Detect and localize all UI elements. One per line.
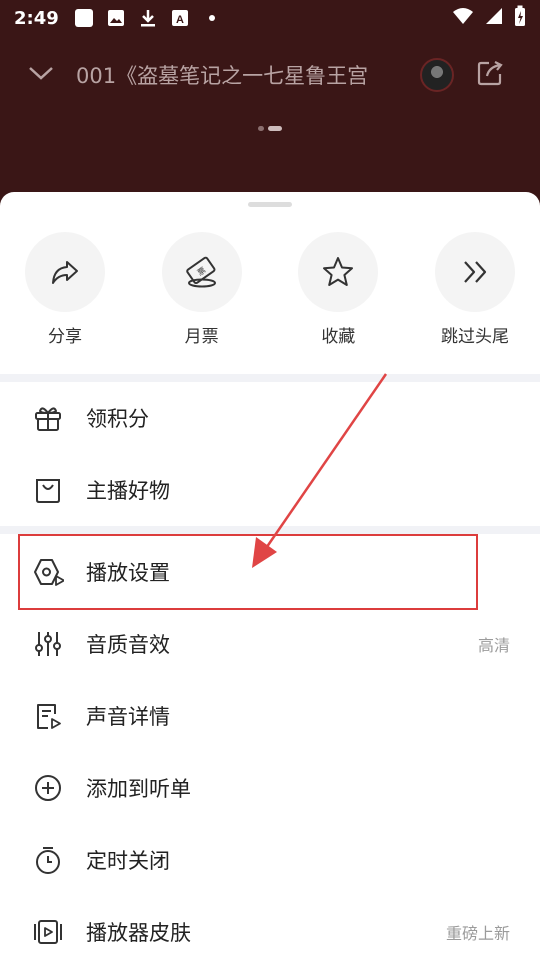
font-app-icon: A [169,7,191,29]
share-icon [25,232,105,312]
battery-icon [514,5,526,31]
timer-icon [32,844,64,876]
bag-icon [32,474,64,506]
track-title: 001《盗墓笔记之一七星鲁王宫 [76,64,369,88]
menu-timer-close-label: 定时关闭 [86,849,170,873]
section-divider [0,526,540,534]
share-square-icon[interactable] [476,59,504,91]
player-skin-badge: 重磅上新 [445,924,510,943]
menu-audio-quality[interactable]: 音质音效 高清 [0,608,540,680]
page-indicator [0,126,540,131]
menu-add-to-list-label: 添加到听单 [86,777,191,801]
menu-goods-label: 主播好物 [86,479,170,503]
document-play-icon [32,700,64,732]
quick-share-label: 分享 [48,327,82,347]
menu-goods[interactable]: 主播好物 [0,454,540,526]
notification-app-icon [73,7,95,29]
gift-icon [32,402,64,434]
menu-audio-quality-label: 音质音效 [86,633,170,657]
status-time: 2:49 [14,7,59,29]
play-settings-icon [32,556,64,588]
chevron-down-icon[interactable] [28,65,54,85]
menu-points[interactable]: 领积分 [0,382,540,454]
menu-play-settings-label: 播放设置 [86,561,170,585]
audio-quality-value: 高清 [477,636,510,655]
quick-skip-button[interactable]: 跳过头尾 [434,232,516,347]
menu-add-to-list[interactable]: 添加到听单 [0,752,540,824]
sheet-handle[interactable] [248,202,292,207]
anchor-avatar[interactable] [420,58,454,92]
menu-player-skin[interactable]: 播放器皮肤 重磅上新 [0,896,540,960]
image-icon [105,7,127,29]
more-actions-sheet: 分享 票 月票 收藏 跳过头尾 领积分 主播好物 播放设置 音质音效 高清 声音… [0,192,540,960]
quick-ticket-label: 月票 [184,327,219,347]
star-icon [298,232,379,312]
quick-favorite-button[interactable]: 收藏 [297,232,379,347]
player-header: 001《盗墓笔记之一七星鲁王宫 [0,48,540,102]
ticket-icon: 票 [161,232,242,312]
equalizer-icon [32,628,64,660]
skin-icon [32,916,64,948]
quick-favorite-label: 收藏 [321,327,356,347]
quick-share-button[interactable]: 分享 [24,232,106,347]
quick-actions: 分享 票 月票 收藏 跳过头尾 [0,232,540,347]
status-bar: 2:49 A [0,0,540,36]
plus-circle-icon [32,772,64,804]
skip-icon [434,232,515,312]
quick-skip-label: 跳过头尾 [440,327,509,347]
section-divider [0,374,540,382]
menu-sound-details-label: 声音详情 [86,705,170,729]
dot-icon [201,7,223,29]
menu-points-label: 领积分 [86,407,149,431]
download-icon [137,7,159,29]
wifi-icon [452,6,474,30]
menu-play-settings[interactable]: 播放设置 [0,536,540,608]
menu-timer-close[interactable]: 定时关闭 [0,824,540,896]
menu-player-skin-label: 播放器皮肤 [86,921,191,945]
svg-text:A: A [176,14,184,26]
signal-icon [484,6,504,30]
quick-ticket-button[interactable]: 票 月票 [161,232,243,347]
menu-sound-details[interactable]: 声音详情 [0,680,540,752]
